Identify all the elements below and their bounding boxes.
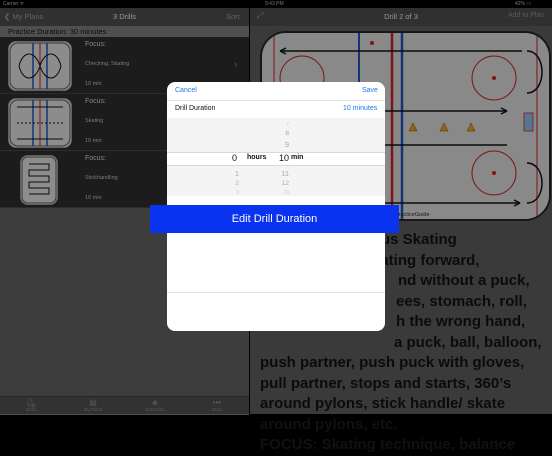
description-line: FOCUS: Skating technique, balance: [260, 436, 516, 453]
minutes-selected[interactable]: 10: [273, 153, 289, 163]
hours-label: hours: [247, 154, 267, 161]
hours-option[interactable]: 3: [223, 190, 239, 196]
drill-duration-label: Drill Duration: [175, 105, 216, 112]
drill-duration-row: Drill Duration 10 minutes: [167, 100, 385, 119]
hours-option[interactable]: 1: [223, 169, 239, 178]
description-line: around pylons, etc.: [260, 415, 398, 433]
modal-divider: [167, 292, 385, 293]
minutes-option[interactable]: 8: [273, 130, 289, 137]
minutes-option[interactable]: 13: [273, 190, 289, 196]
minutes-option[interactable]: 9: [273, 140, 289, 149]
minutes-option[interactable]: 7: [273, 122, 289, 128]
minutes-option[interactable]: 11: [273, 169, 289, 178]
minutes-label: min: [291, 154, 304, 161]
hours-option[interactable]: 2: [223, 180, 239, 187]
duration-picker[interactable]: 0 hours 1 2 3 7 8 9 10 min 11 12 13: [167, 118, 385, 196]
cancel-button[interactable]: Cancel: [175, 87, 197, 94]
minutes-option[interactable]: 12: [273, 180, 289, 187]
drill-duration-value: 10 minutes: [343, 105, 378, 112]
hours-selected[interactable]: 0: [221, 153, 237, 163]
edit-drill-duration-banner: Edit Drill Duration: [150, 205, 399, 233]
save-button[interactable]: Save: [362, 87, 378, 94]
